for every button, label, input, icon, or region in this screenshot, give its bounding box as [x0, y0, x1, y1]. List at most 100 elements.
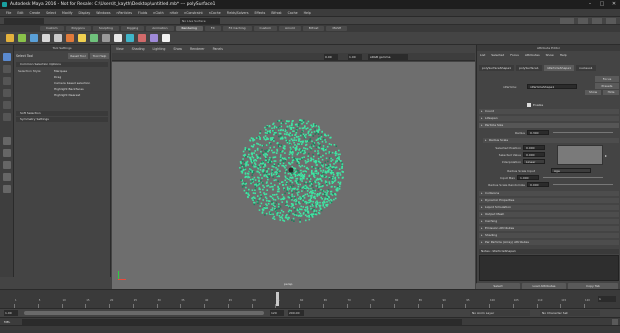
- reset-tool-button[interactable]: Reset Tool: [68, 53, 88, 59]
- viewport-menu-show[interactable]: Show: [173, 47, 182, 51]
- selected-position-field[interactable]: 0.000: [523, 145, 545, 150]
- shelf-tab-custom[interactable]: Custom: [40, 26, 64, 31]
- menu-bifrost[interactable]: Bifrost: [271, 11, 281, 15]
- show-button[interactable]: Show: [585, 90, 601, 95]
- randomize-slider[interactable]: [553, 184, 613, 185]
- menu-ncache[interactable]: nCache: [209, 11, 221, 15]
- tool-help-button[interactable]: Tool Help: [90, 53, 109, 59]
- viewport-menu-shading[interactable]: Shading: [132, 47, 145, 51]
- shelf-tool-icon[interactable]: [102, 34, 110, 42]
- section-particle-size[interactable]: Particle Size: [479, 123, 619, 128]
- section-liquid-simulation[interactable]: Liquid Simulation: [479, 205, 619, 210]
- ramp-expand-icon[interactable]: ▸: [605, 153, 607, 158]
- gamma-field[interactable]: 1.00: [348, 54, 362, 60]
- input-max-slider[interactable]: [543, 177, 603, 178]
- radius-scale-ramp[interactable]: [557, 145, 603, 165]
- shelf-tab-fx[interactable]: FX: [204, 26, 221, 31]
- highlight-nearest-option[interactable]: Highlight Nearest: [54, 93, 80, 97]
- exposure-field[interactable]: 0.00: [324, 54, 338, 60]
- radius-scale-input-dropdown[interactable]: Age: [551, 168, 591, 173]
- menu-nconstraint[interactable]: nConstraint: [184, 11, 203, 15]
- current-frame-field[interactable]: 1: [598, 296, 616, 302]
- viewport-menu-view[interactable]: View: [116, 47, 124, 51]
- section-radius-scale[interactable]: Radius Scale: [483, 138, 619, 143]
- section-dynamic-properties[interactable]: Dynamic Properties: [479, 198, 619, 203]
- menu-modify[interactable]: Modify: [62, 11, 73, 15]
- shelf-tool-icon[interactable]: [90, 34, 98, 42]
- shelf-tool-icon[interactable]: [150, 34, 158, 42]
- node-name-field[interactable]: nParticleShape1: [527, 84, 577, 89]
- section-common-selection[interactable]: Common Selection Options: [16, 62, 108, 67]
- channel-box-toggle-icon[interactable]: [578, 18, 588, 24]
- menu-help[interactable]: Help: [304, 11, 311, 15]
- section-per-particle-array-attributes[interactable]: Per Particle (Array) Attributes: [479, 240, 619, 245]
- minimize-button[interactable]: –: [584, 0, 596, 9]
- viewport-3d[interactable]: persp: [112, 62, 475, 289]
- select-icon[interactable]: [3, 53, 11, 61]
- focus-button[interactable]: Focus: [595, 76, 619, 82]
- menu-edit[interactable]: Edit: [17, 11, 23, 15]
- ae-tab[interactable]: polySurface1: [516, 65, 542, 71]
- shelf-tool-icon[interactable]: [30, 34, 38, 42]
- menu-fluids[interactable]: Fluids: [138, 11, 147, 15]
- close-button[interactable]: ✕: [608, 0, 620, 9]
- radius-slider[interactable]: [553, 132, 613, 133]
- ae-tab[interactable]: polySurfaceShape1: [479, 65, 515, 71]
- menu-cache[interactable]: Cache: [288, 11, 298, 15]
- ae-menu-focus[interactable]: Focus: [510, 53, 519, 57]
- ae-menu-show[interactable]: Show: [546, 53, 554, 57]
- maximize-button[interactable]: □: [596, 0, 608, 9]
- radius-scale-randomize-field[interactable]: 0.000: [527, 182, 549, 187]
- section-emission-attributes[interactable]: Emission Attributes: [479, 226, 619, 231]
- menu-effects[interactable]: Effects: [255, 11, 266, 15]
- shelf-tab-custom[interactable]: Custom: [253, 26, 278, 31]
- section-soft-selection[interactable]: Soft Selection: [16, 111, 108, 116]
- viewport-menu-panels[interactable]: Panels: [213, 47, 223, 51]
- selection-style-drag[interactable]: Drag: [54, 75, 61, 79]
- nparticle-cloud[interactable]: [112, 62, 475, 289]
- range-slider[interactable]: 1.00 120 200.00 No Anim Layer No Charact…: [0, 308, 620, 317]
- shelf-tab-arnold[interactable]: Arnold: [279, 26, 301, 31]
- shelf-tool-icon[interactable]: [6, 34, 14, 42]
- notes-textarea[interactable]: [479, 255, 619, 281]
- menu-windows[interactable]: Windows: [96, 11, 110, 15]
- ae-menu-selected[interactable]: Selected: [491, 53, 504, 57]
- section-symmetry-settings[interactable]: Symmetry Settings: [16, 117, 108, 122]
- ae-menu-help[interactable]: Help: [560, 53, 567, 57]
- shelf-tool-icon[interactable]: [162, 34, 170, 42]
- layout-outliner-icon[interactable]: [3, 173, 11, 181]
- shelf-tool-icon[interactable]: [138, 34, 146, 42]
- menu-display[interactable]: Display: [79, 11, 91, 15]
- shelf-tab-fx-caching[interactable]: FX Caching: [222, 26, 252, 31]
- ae-menu-attributes[interactable]: Attributes: [525, 53, 540, 57]
- colorspace-dropdown[interactable]: sRGB gamma: [368, 54, 408, 60]
- shelf-tab-rendering[interactable]: Rendering: [175, 26, 203, 31]
- ae-tab[interactable]: nParticleShape1: [543, 65, 575, 71]
- camera-based-selection-option[interactable]: Camera based selection: [54, 81, 90, 85]
- character-set-dropdown[interactable]: No Character Set: [540, 310, 600, 316]
- menu-fields-solvers[interactable]: Fields/Solvers: [227, 11, 249, 15]
- start-frame-field[interactable]: 1.00: [4, 310, 18, 316]
- viewport-menu-renderer[interactable]: Renderer: [190, 47, 205, 51]
- range-bar[interactable]: [24, 311, 264, 315]
- section-collisions[interactable]: Collisions: [479, 191, 619, 196]
- selected-value-field[interactable]: 0.000: [523, 152, 545, 157]
- anim-layer-dropdown[interactable]: No Anim Layer: [470, 310, 530, 316]
- lasso-icon[interactable]: [3, 65, 11, 73]
- selection-style-marquee[interactable]: Marquee: [54, 69, 67, 73]
- radius-field[interactable]: 0.300: [527, 130, 549, 135]
- move-icon[interactable]: [3, 89, 11, 97]
- menu-ncloth[interactable]: nCloth: [153, 11, 163, 15]
- shelf-tab-polygons[interactable]: Polygons: [65, 26, 91, 31]
- live-surface-field[interactable]: No Live Surface: [180, 18, 220, 24]
- layout-two-icon[interactable]: [3, 161, 11, 169]
- shelf-tab-rigging[interactable]: Rigging: [120, 26, 145, 31]
- section-shading[interactable]: Shading: [479, 233, 619, 238]
- menu-set-dropdown[interactable]: [4, 18, 44, 24]
- shelf-tool-icon[interactable]: [126, 34, 134, 42]
- paint-select-icon[interactable]: [3, 77, 11, 85]
- enable-checkbox[interactable]: [527, 103, 531, 107]
- end-frame-field[interactable]: 120: [270, 310, 284, 316]
- ae-menu-list[interactable]: List: [480, 53, 485, 57]
- shelf-tab-bifrost[interactable]: Bifrost: [302, 26, 325, 31]
